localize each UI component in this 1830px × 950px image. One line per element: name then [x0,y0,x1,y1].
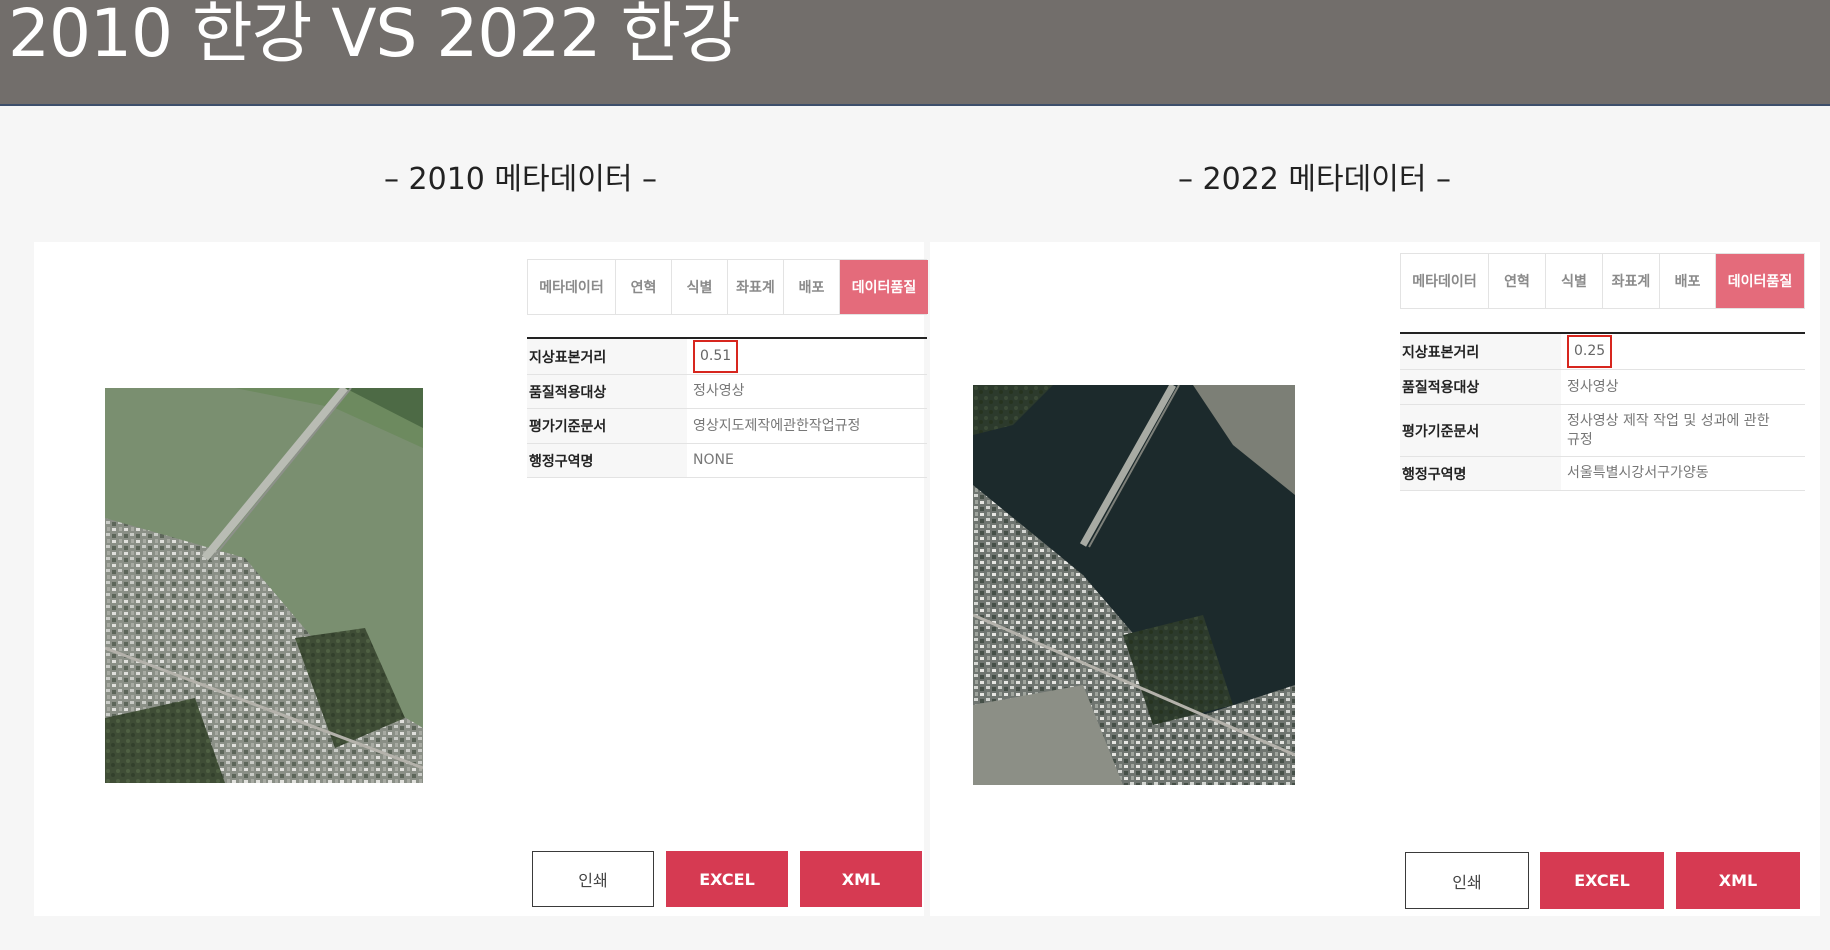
aerial-image-2010 [105,388,423,783]
tab-distribution[interactable]: 배포 [1660,254,1716,308]
excel-button[interactable]: EXCEL [1540,852,1664,909]
print-button[interactable]: 인쇄 [1405,852,1529,909]
slide-title: 2010 한강 VS 2022 한강 [8,0,741,72]
tab-coordinate-system[interactable]: 좌표계 [1603,254,1660,308]
tab-identification[interactable]: 식별 [1546,254,1603,308]
row-key: 평가기준문서 [1400,405,1561,456]
row-key: 지상표본거리 [527,339,687,374]
slide-title-bar: 2010 한강 VS 2022 한강 [0,0,1830,106]
table-row: 지상표본거리 0.25 [1400,334,1805,370]
tab-metadata[interactable]: 메타데이터 [528,260,616,314]
left-metadata-table: 지상표본거리 0.51 품질적용대상 정사영상 평가기준문서 영상지도제작에관한… [527,337,927,478]
print-button[interactable]: 인쇄 [532,851,654,907]
table-row: 평가기준문서 정사영상 제작 작업 및 성과에 관한 규정 [1400,405,1805,457]
right-metadata-table: 지상표본거리 0.25 품질적용대상 정사영상 평가기준문서 정사영상 제작 작… [1400,332,1805,491]
row-value: 정사영상 제작 작업 및 성과에 관한 규정 [1567,412,1770,448]
highlighted-value: 0.51 [693,340,739,373]
tab-history[interactable]: 연혁 [1489,254,1546,308]
aerial-image-2022 [973,385,1295,785]
row-value: 정사영상 [693,383,745,399]
row-value: NONE [693,452,734,468]
right-section-heading: – 2022 메타데이터 – [1178,162,1451,197]
left-metadata-tabs: 메타데이터 연혁 식별 좌표계 배포 데이터품질 [527,259,928,315]
row-value: 0.51 [687,339,739,374]
row-value: 영상지도제작에관한작업규정 [693,417,861,434]
row-value: 정사영상 [1567,378,1619,395]
table-row: 품질적용대상 정사영상 [527,375,927,409]
table-row: 행정구역명 NONE [527,444,927,478]
tab-distribution[interactable]: 배포 [784,260,840,314]
row-key: 지상표본거리 [1400,334,1561,369]
row-key: 행정구역명 [527,444,687,477]
row-key: 행정구역명 [1400,457,1561,490]
tab-metadata[interactable]: 메타데이터 [1401,254,1489,308]
excel-button[interactable]: EXCEL [666,851,788,907]
table-row: 지상표본거리 0.51 [527,339,927,375]
left-section-heading: – 2010 메타데이터 – [384,162,657,197]
table-row: 행정구역명 서울특별시강서구가양동 [1400,457,1805,491]
row-value: 0.25 [1561,334,1613,369]
row-value: 서울특별시강서구가양동 [1567,465,1709,481]
tab-data-quality[interactable]: 데이터품질 [840,260,928,314]
tab-identification[interactable]: 식별 [672,260,728,314]
row-key: 품질적용대상 [527,375,687,408]
tab-data-quality[interactable]: 데이터품질 [1716,254,1804,308]
highlighted-value: 0.25 [1567,335,1613,368]
table-row: 평가기준문서 영상지도제작에관한작업규정 [527,409,927,444]
row-key: 평가기준문서 [527,409,687,443]
row-key: 품질적용대상 [1400,370,1561,404]
xml-button[interactable]: XML [1676,852,1800,909]
table-row: 품질적용대상 정사영상 [1400,370,1805,405]
right-metadata-tabs: 메타데이터 연혁 식별 좌표계 배포 데이터품질 [1400,253,1805,309]
tab-coordinate-system[interactable]: 좌표계 [728,260,784,314]
xml-button[interactable]: XML [800,851,922,907]
tab-history[interactable]: 연혁 [616,260,672,314]
